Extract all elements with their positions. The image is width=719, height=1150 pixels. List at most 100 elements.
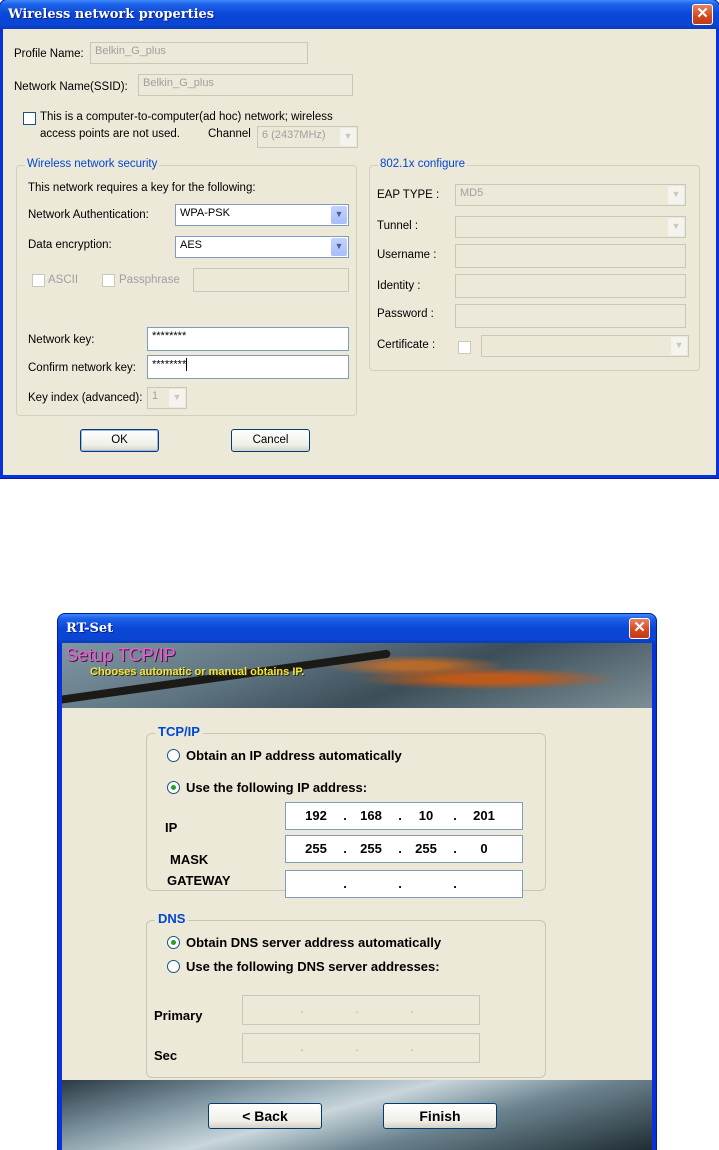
primary-dns-field[interactable]: . . . xyxy=(242,995,480,1025)
gateway-field[interactable]: . . . xyxy=(285,870,523,898)
chevron-down-icon: ▼ xyxy=(340,128,356,146)
back-button[interactable]: < Back xyxy=(208,1103,322,1129)
chevron-down-icon: ▼ xyxy=(668,186,684,204)
eap-type-label: EAP TYPE : xyxy=(377,189,440,201)
banner-title: Setup TCP/IP xyxy=(66,645,176,665)
data-encryption-value: AES xyxy=(180,239,203,251)
gateway-label: GATEWAY xyxy=(167,873,231,888)
channel-select[interactable]: 6 (2437MHz) ▼ xyxy=(257,126,358,148)
ip-dot-1: . xyxy=(343,808,347,823)
password-label: Password : xyxy=(377,308,434,320)
ip-auto-label: Obtain an IP address automatically xyxy=(186,748,402,763)
mask-octet-2: 255 xyxy=(360,841,382,856)
dialog-body: Profile Name: Belkin_G_plus Network Name… xyxy=(3,29,716,475)
mask-label: MASK xyxy=(170,852,209,867)
adhoc-label-line1: This is a computer-to-computer(ad hoc) n… xyxy=(40,111,333,123)
primary-dot-3: . xyxy=(410,1001,414,1016)
eap-type-value: MD5 xyxy=(460,187,484,199)
ip-octet-2: 168 xyxy=(360,808,382,823)
ip-dot-3: . xyxy=(453,808,457,823)
network-key-field[interactable]: ******** xyxy=(147,327,349,351)
gateway-dot-3: . xyxy=(453,876,457,891)
rtset-title-bar[interactable]: RT-Set ✕ xyxy=(58,614,656,643)
footer-banner: < Back Finish xyxy=(62,1080,652,1150)
passphrase-label: Passphrase xyxy=(119,274,180,286)
rtset-close-button[interactable]: ✕ xyxy=(629,618,650,639)
channel-value: 6 (2437MHz) xyxy=(262,129,326,141)
ip-octet-1: 192 xyxy=(305,808,327,823)
rtset-window-title: RT-Set xyxy=(66,621,114,636)
network-key-label: Network key: xyxy=(28,334,95,346)
finish-button[interactable]: Finish xyxy=(383,1103,497,1129)
data-encryption-select[interactable]: AES ▼ xyxy=(175,236,349,258)
key-index-select[interactable]: 1 ▼ xyxy=(147,387,187,409)
data-encryption-label: Data encryption: xyxy=(28,239,112,251)
adhoc-label-line2: access points are not used. xyxy=(40,128,180,140)
ssid-field[interactable]: Belkin_G_plus xyxy=(138,74,353,96)
tunnel-label: Tunnel : xyxy=(377,220,419,232)
secondary-dot-1: . xyxy=(300,1039,304,1054)
close-button[interactable]: ✕ xyxy=(692,4,713,25)
rtset-window: RT-Set ✕ Setup TCP/IP Chooses automatic … xyxy=(58,614,656,1150)
passphrase-checkbox[interactable] xyxy=(102,274,115,287)
identity-field[interactable] xyxy=(455,274,686,298)
mask-octet-3: 255 xyxy=(415,841,437,856)
ip-dot-2: . xyxy=(398,808,402,823)
username-field[interactable] xyxy=(455,244,686,268)
eap-type-select[interactable]: MD5 ▼ xyxy=(455,184,686,206)
requires-key-text: This network requires a key for the foll… xyxy=(28,182,256,194)
ip-label: IP xyxy=(165,820,178,835)
certificate-label: Certificate : xyxy=(377,339,436,351)
dns-manual-radio[interactable] xyxy=(167,960,180,973)
title-bar[interactable]: Wireless network properties ✕ xyxy=(0,0,719,29)
tunnel-select[interactable]: ▼ xyxy=(455,216,686,238)
dns-group-title: DNS xyxy=(155,911,189,926)
chevron-down-icon: ▼ xyxy=(331,238,347,256)
profile-name-field[interactable]: Belkin_G_plus xyxy=(90,42,308,64)
mask-field[interactable]: 255 . 255 . 255 . 0 xyxy=(285,835,523,863)
ascii-checkbox[interactable] xyxy=(32,274,45,287)
window-title: Wireless network properties xyxy=(8,7,215,22)
ip-address-field[interactable]: 192 . 168 . 10 . 201 xyxy=(285,802,523,830)
dns-auto-label: Obtain DNS server address automatically xyxy=(186,935,442,950)
mask-octet-1: 255 xyxy=(305,841,327,856)
ip-auto-radio[interactable] xyxy=(167,749,180,762)
network-auth-select[interactable]: WPA-PSK ▼ xyxy=(175,204,349,226)
gateway-dot-1: . xyxy=(343,876,347,891)
ok-button[interactable]: OK xyxy=(80,429,159,452)
adhoc-checkbox[interactable] xyxy=(23,112,36,125)
certificate-select[interactable]: ▼ xyxy=(481,335,689,357)
channel-label: Channel xyxy=(208,128,251,140)
tcpip-group-title: TCP/IP xyxy=(155,724,203,739)
cancel-button[interactable]: Cancel xyxy=(231,429,310,452)
passphrase-field[interactable] xyxy=(193,268,349,292)
chevron-down-icon: ▼ xyxy=(668,218,684,236)
username-label: Username : xyxy=(377,249,437,261)
mask-dot-3: . xyxy=(453,841,457,856)
secondary-dns-field[interactable]: . . . xyxy=(242,1033,480,1063)
dns-auto-radio[interactable] xyxy=(167,936,180,949)
key-index-label: Key index (advanced): xyxy=(28,392,143,404)
primary-dot-1: . xyxy=(300,1001,304,1016)
confirm-key-value: ******** xyxy=(152,358,187,371)
key-index-value: 1 xyxy=(152,390,159,402)
security-group-title: Wireless network security xyxy=(25,158,160,170)
identity-label: Identity : xyxy=(377,280,421,292)
ip-octet-4: 201 xyxy=(473,808,495,823)
secondary-dns-label: Sec xyxy=(154,1048,178,1063)
confirm-key-field[interactable]: ******** xyxy=(147,355,349,379)
ip-manual-radio[interactable] xyxy=(167,781,180,794)
gateway-dot-2: . xyxy=(398,876,402,891)
dns-manual-label: Use the following DNS server addresses: xyxy=(186,959,440,974)
text-cursor xyxy=(186,358,188,371)
banner-subtitle: Chooses automatic or manual obtains IP. xyxy=(90,666,305,678)
dot1x-group-title: 802.1x configure xyxy=(378,158,468,170)
secondary-dot-2: . xyxy=(355,1039,359,1054)
ip-manual-label: Use the following IP address: xyxy=(186,780,368,795)
password-field[interactable] xyxy=(455,304,686,328)
primary-dns-label: Primary xyxy=(154,1008,203,1023)
mask-octet-4: 0 xyxy=(480,841,488,856)
chevron-down-icon: ▼ xyxy=(671,337,687,355)
mask-dot-2: . xyxy=(398,841,402,856)
certificate-checkbox[interactable] xyxy=(458,341,471,354)
